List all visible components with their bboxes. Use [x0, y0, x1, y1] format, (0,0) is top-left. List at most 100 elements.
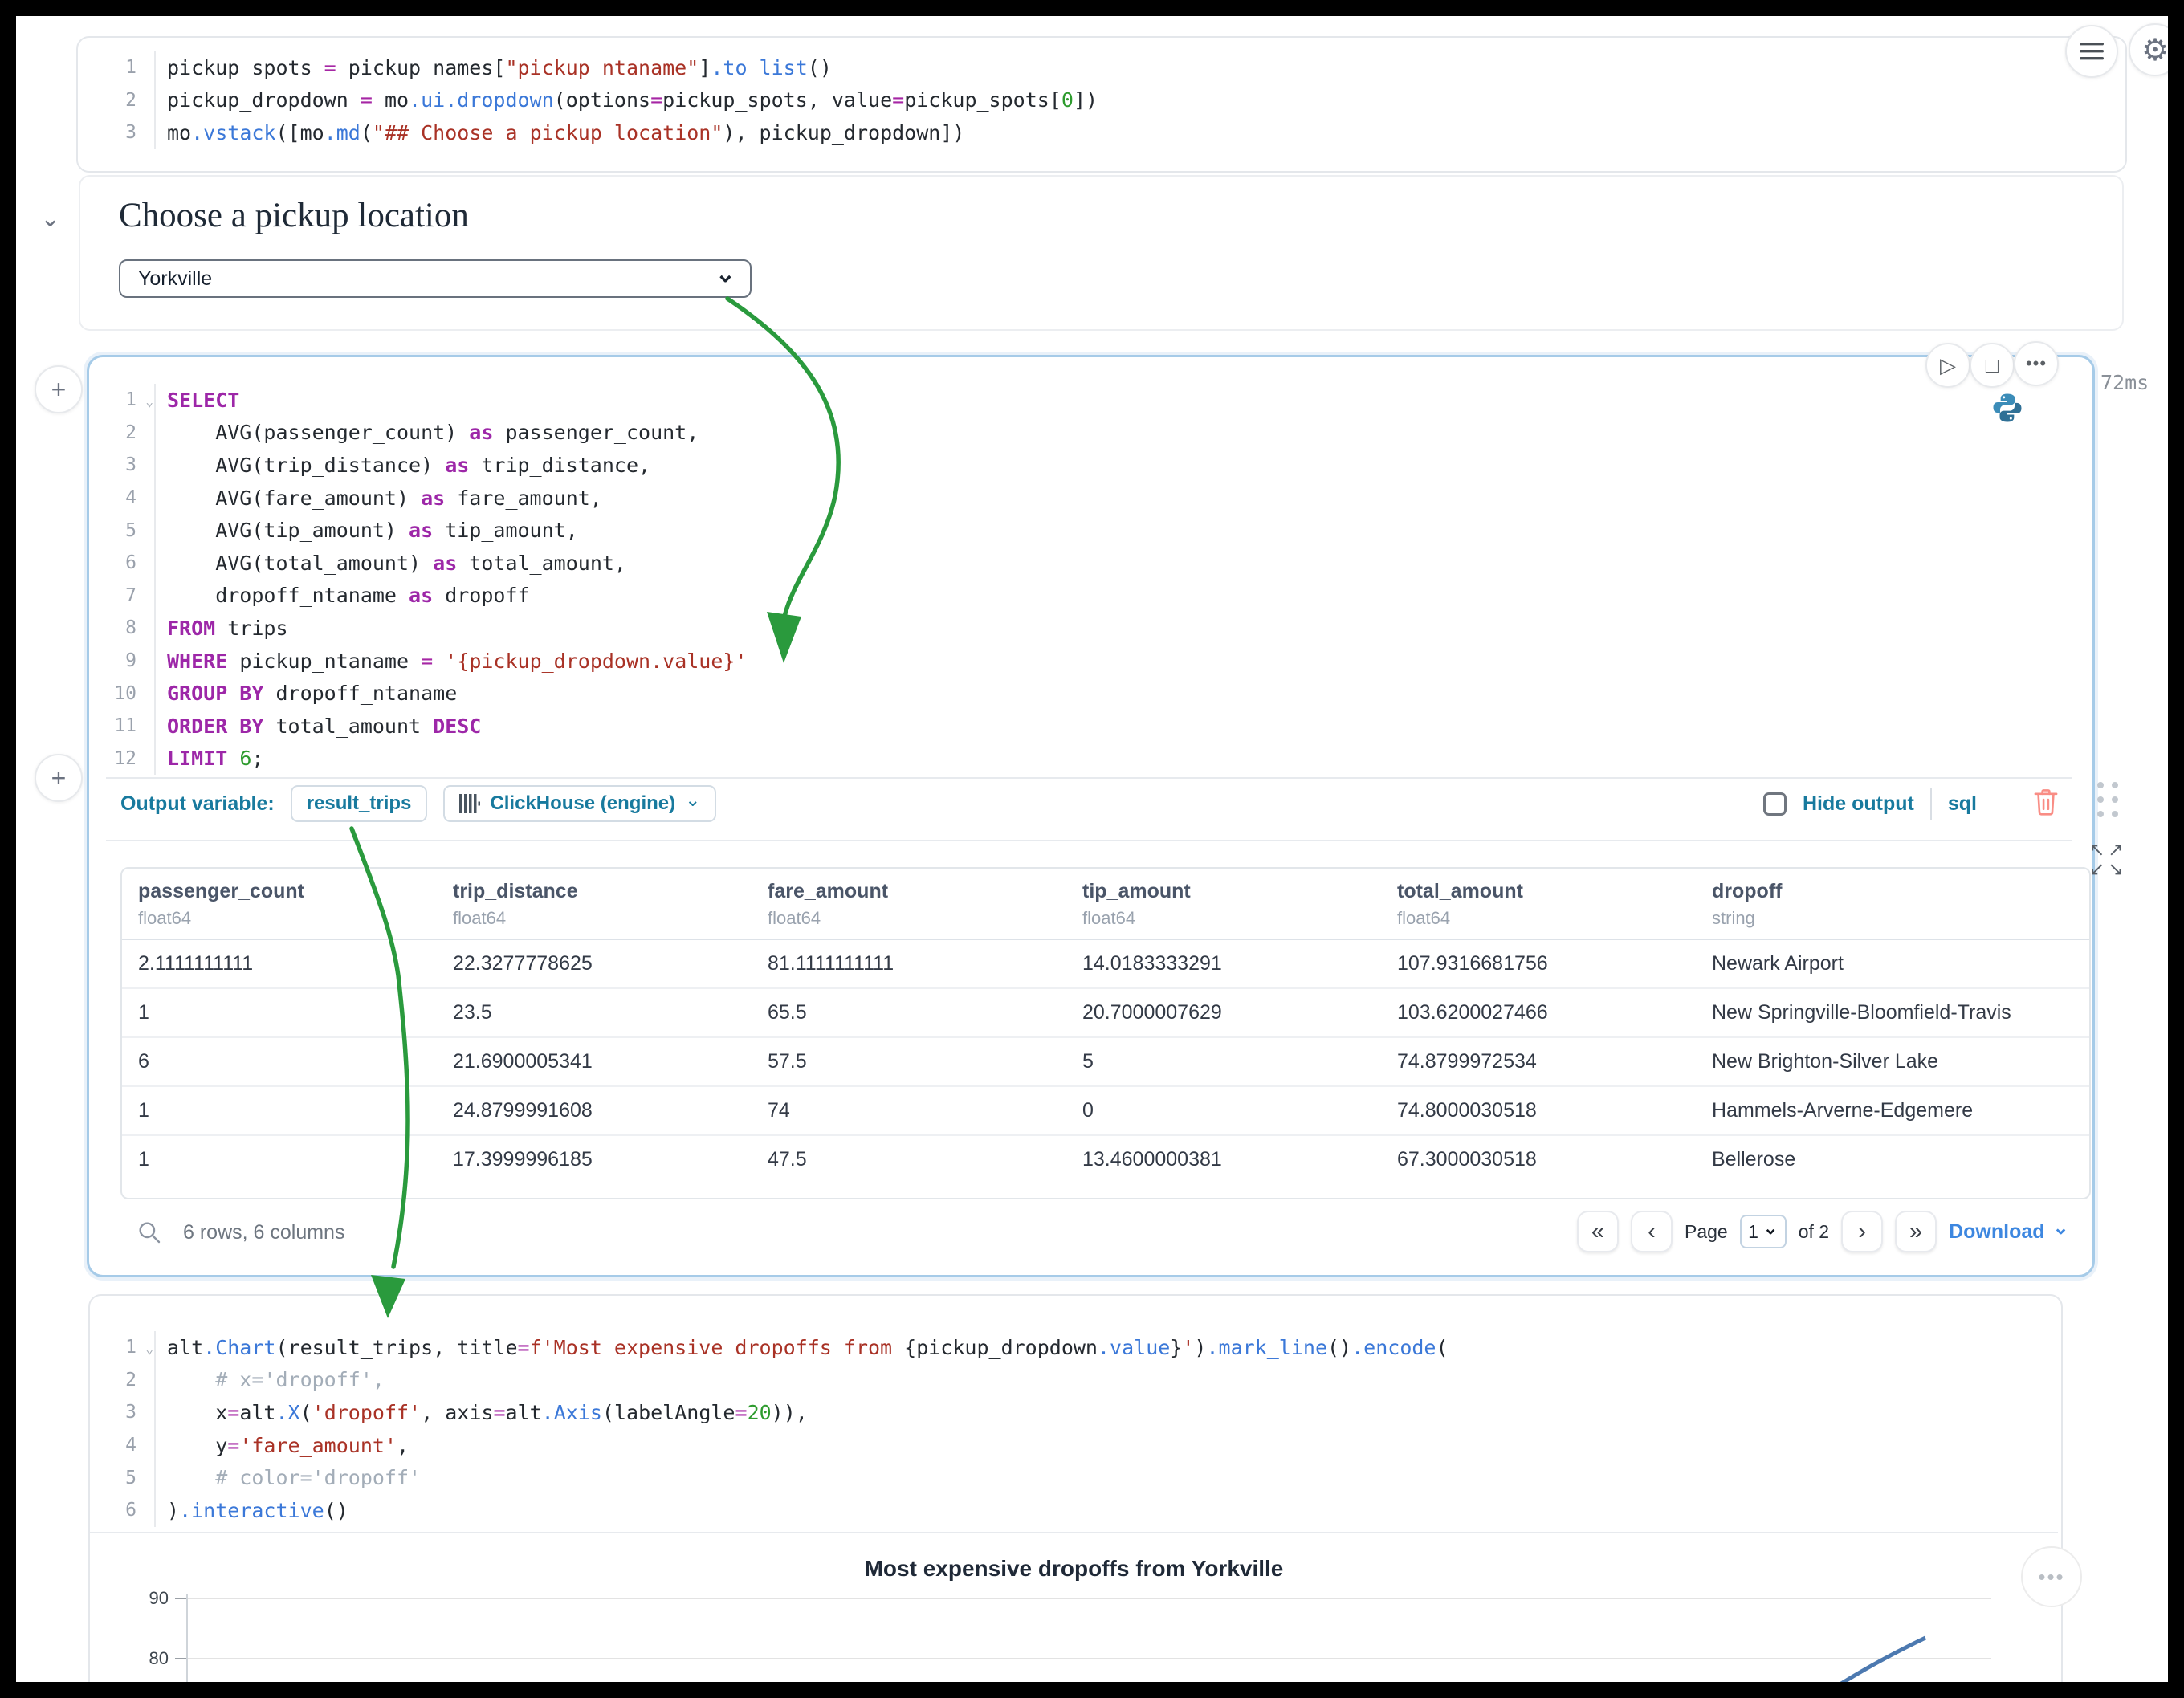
- table-cell: 5: [1066, 1037, 1381, 1086]
- fold-chevron-icon[interactable]: ⌄: [145, 394, 153, 409]
- chart-actions-button[interactable]: •••: [2021, 1546, 2082, 1607]
- hide-output-checkbox[interactable]: [1763, 792, 1787, 816]
- table-cell: 67.3000030518: [1381, 1135, 1696, 1183]
- column-type: float64: [138, 908, 437, 929]
- line-number: 8: [96, 612, 156, 645]
- table-cell: 24.8799991608: [437, 1086, 752, 1135]
- add-cell-above-button[interactable]: +: [35, 365, 83, 413]
- trash-icon: [2033, 788, 2059, 816]
- table-cell: 74: [752, 1086, 1066, 1135]
- column-header[interactable]: dropoff string: [1696, 869, 2089, 939]
- hide-output-label[interactable]: Hide output: [1803, 792, 1914, 816]
- column-name: dropoff: [1712, 880, 2089, 903]
- screenshot-frame: 1pickup_spots = pickup_names["pickup_nta…: [0, 0, 2184, 1698]
- python-logo-icon: [1991, 392, 2023, 428]
- add-cell-below-button[interactable]: +: [35, 754, 83, 802]
- line-number: 3: [96, 116, 156, 149]
- code-line: 11ORDER BY total_amount DESC: [96, 710, 748, 743]
- table-cell: 13.4600000381: [1066, 1135, 1381, 1183]
- pickup-dropdown[interactable]: Yorkville ⌄: [119, 259, 752, 298]
- table-cell: New Brighton-Silver Lake: [1696, 1037, 2089, 1086]
- results-table: passenger_countfloat64 trip_distancefloat…: [122, 869, 2089, 1183]
- notebook-page: 1pickup_spots = pickup_names["pickup_nta…: [16, 16, 2168, 1682]
- page-select-value: 1: [1748, 1221, 1758, 1243]
- search-icon[interactable]: [136, 1220, 162, 1245]
- collapse-chevron-icon[interactable]: ⌄: [40, 207, 60, 231]
- expand-cell-button[interactable]: ↖↗↙↘: [2089, 840, 2127, 878]
- column-type: float64: [1082, 908, 1381, 929]
- chevron-down-icon: ⌄: [685, 796, 700, 805]
- code-line: 2pickup_dropdown = mo.ui.dropdown(option…: [96, 84, 1098, 117]
- page-select[interactable]: 1 ⌄: [1740, 1215, 1787, 1248]
- language-toggle[interactable]: sql: [1948, 792, 1977, 816]
- plus-icon: +: [51, 375, 67, 405]
- fold-chevron-icon[interactable]: ⌄: [145, 1342, 153, 1357]
- run-cell-button[interactable]: ▷: [1925, 343, 1970, 388]
- code-line: 10GROUP BY dropoff_ntaname: [96, 677, 748, 710]
- delete-cell-button[interactable]: [2033, 788, 2059, 820]
- column-name: trip_distance: [453, 880, 752, 903]
- pickup-dropdown-value: Yorkville: [138, 267, 715, 291]
- line-number: 11: [96, 710, 156, 743]
- chart-title: Most expensive dropoffs from Yorkville: [88, 1556, 2060, 1582]
- column-header[interactable]: tip_amount float64: [1066, 869, 1381, 939]
- code-line: 9WHERE pickup_ntaname = '{pickup_dropdow…: [96, 645, 748, 678]
- table-cell: Hammels-Arverne-Edgemere: [1696, 1086, 2089, 1135]
- table-row: 123.565.520.7000007629103.6200027466New …: [122, 988, 2089, 1037]
- line-number: 1⌄: [96, 384, 156, 417]
- code-line: 3mo.vstack([mo.md("## Choose a pickup lo…: [96, 116, 1098, 149]
- column-name: tip_amount: [1082, 880, 1381, 903]
- table-row: 124.879999160874074.8000030518Hammels-Ar…: [122, 1086, 2089, 1135]
- first-page-button[interactable]: «: [1577, 1211, 1619, 1252]
- column-type: string: [1712, 908, 2089, 929]
- download-button[interactable]: Download ⌄: [1949, 1220, 2069, 1244]
- code-line: 6 AVG(total_amount) as total_amount,: [96, 547, 748, 580]
- line-number: 3: [96, 1396, 156, 1429]
- play-icon: ▷: [1940, 353, 1956, 378]
- column-header[interactable]: total_amountfloat64: [1381, 869, 1696, 939]
- prev-page-button[interactable]: ‹: [1631, 1211, 1673, 1252]
- divider: [1930, 788, 1932, 820]
- table-row: 117.399999618547.513.460000038167.300003…: [122, 1135, 2089, 1183]
- chart-plot-area[interactable]: [186, 1594, 1991, 1682]
- code-line: 4 AVG(fare_amount) as fare_amount,: [96, 482, 748, 515]
- last-page-button[interactable]: »: [1895, 1211, 1937, 1252]
- settings-button[interactable]: ⚙: [2129, 23, 2168, 76]
- hamburger-icon: [2080, 42, 2104, 61]
- line-number: 1⌄: [96, 1331, 156, 1364]
- code-line: 1⌄alt.Chart(result_trips, title=f'Most e…: [96, 1331, 1449, 1364]
- table-cell: 1: [122, 1086, 437, 1135]
- download-label: Download: [1949, 1220, 2044, 1244]
- stop-cell-button[interactable]: □: [1970, 343, 2015, 388]
- code-line: 3 AVG(trip_distance) as trip_distance,: [96, 449, 748, 482]
- sql-cell-editor[interactable]: 1⌄SELECT2 AVG(passenger_count) as passen…: [96, 384, 748, 775]
- column-type: float64: [1397, 908, 1696, 929]
- table-cell: 65.5: [752, 988, 1066, 1037]
- line-number: 6: [96, 1494, 156, 1527]
- python-cell-editor[interactable]: 1pickup_spots = pickup_names["pickup_nta…: [96, 51, 1098, 149]
- output-variable-chip[interactable]: result_trips: [291, 785, 428, 822]
- line-number: 10: [96, 677, 156, 710]
- line-number: 2: [96, 1364, 156, 1397]
- next-page-button[interactable]: ›: [1841, 1211, 1883, 1252]
- column-header[interactable]: fare_amountfloat64: [752, 869, 1066, 939]
- column-header[interactable]: trip_distance float64: [437, 869, 752, 939]
- table-row: 621.690000534157.5574.8799972534New Brig…: [122, 1037, 2089, 1086]
- drag-handle[interactable]: [2094, 779, 2123, 825]
- line-number: 4: [96, 1429, 156, 1462]
- divider: [106, 840, 2072, 841]
- chevron-down-icon: ⌄: [715, 268, 735, 280]
- column-header[interactable]: passenger_countfloat64: [122, 869, 437, 939]
- line-number: 5: [96, 514, 156, 547]
- table-cell: 1: [122, 988, 437, 1037]
- line-number: 7: [96, 580, 156, 613]
- code-line: 5 AVG(tip_amount) as tip_amount,: [96, 514, 748, 547]
- table-cell: 21.6900005341: [437, 1037, 752, 1086]
- chart-cell-editor[interactable]: 1⌄alt.Chart(result_trips, title=f'Most e…: [96, 1331, 1449, 1527]
- engine-dropdown[interactable]: ClickHouse (engine) ⌄: [443, 785, 716, 822]
- divider: [90, 1532, 2058, 1533]
- output-variable-label: Output variable:: [120, 792, 275, 816]
- column-type: float64: [453, 908, 752, 929]
- cell-more-actions-button[interactable]: •••: [2014, 341, 2059, 386]
- notebook-menu-button[interactable]: [2065, 25, 2118, 78]
